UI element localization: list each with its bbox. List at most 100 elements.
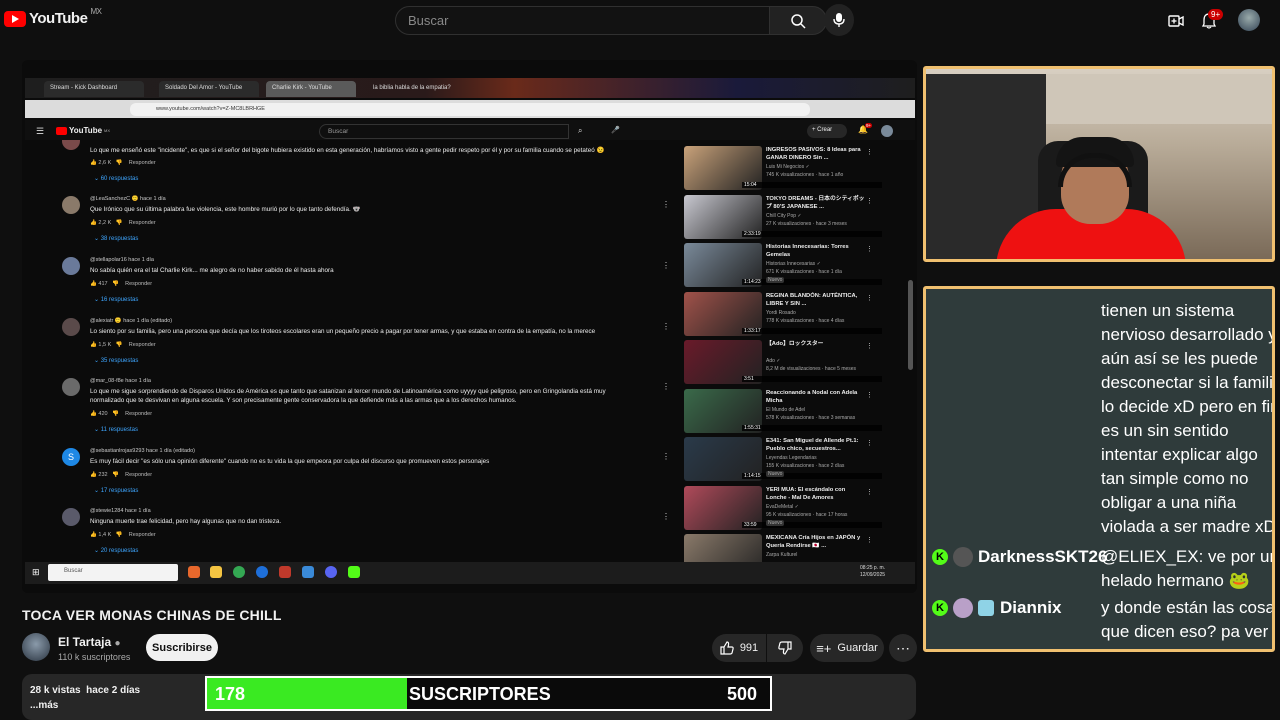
comment-author[interactable]: @stewie1284 hace 1 día [90, 508, 151, 514]
video-player[interactable]: Stream - Kick Dashboard Soldado Del Amor… [22, 60, 917, 593]
chat-username[interactable]: Diannix [1000, 598, 1061, 618]
channel-avatar[interactable] [22, 633, 50, 661]
voice-search-button[interactable] [824, 4, 854, 36]
inner-search-input[interactable]: Buscar [319, 124, 569, 139]
comment-replies-toggle[interactable]: ⌄ 38 respuestas [94, 235, 138, 242]
recommended-video[interactable]: 1:55:31 Reaccionando a Nodal con Adela Mi… [684, 388, 884, 433]
inner-youtube-logo[interactable]: YouTube MX [56, 126, 110, 135]
comment-replies-toggle[interactable]: ⌄ 35 respuestas [94, 357, 138, 364]
video-menu-icon[interactable]: ⋮ [866, 439, 873, 447]
video-title[interactable]: YERI MUA: El escándalo con Lonche - Mal … [766, 486, 866, 502]
comment-actions[interactable]: 👍 232 👎 Responder [90, 472, 152, 478]
comment-replies-toggle[interactable]: ⌄ 17 respuestas [94, 487, 138, 494]
taskbar-discord-icon[interactable] [325, 566, 337, 578]
comment-actions[interactable]: 👍 1,4 K 👎 Responder [90, 532, 156, 538]
video-title[interactable]: 【Ado】ロックスター [766, 340, 866, 348]
comment-replies-toggle[interactable]: ⌄ 11 respuestas [94, 426, 138, 433]
comment-menu-icon[interactable]: ⋮ [662, 261, 670, 270]
taskbar-search[interactable]: Buscar [48, 564, 178, 581]
windows-start-icon[interactable]: ⊞ [32, 567, 40, 578]
recommended-video[interactable]: 1:14:15 E341: San Miguel de Allende Pt.1:… [684, 437, 884, 481]
scrollbar[interactable] [908, 280, 913, 370]
video-menu-icon[interactable]: ⋮ [866, 488, 873, 496]
reply-button[interactable]: Responder [129, 532, 156, 538]
taskbar-edge-icon[interactable] [256, 566, 268, 578]
video-channel[interactable]: Historias Innecesarias ✓ [766, 261, 821, 267]
comment-author[interactable]: @alexiatr 🙂 hace 1 día (editado) [90, 318, 172, 324]
comment-actions[interactable]: 👍 417 👎 Responder [90, 281, 152, 287]
video-title[interactable]: REGINA BLANDÓN: AUTÉNTICA, LIBRE Y SIN .… [766, 292, 866, 308]
taskbar-app-icon[interactable] [348, 566, 360, 578]
show-more-link[interactable]: ...más [30, 700, 58, 711]
address-bar[interactable]: www.youtube.com/watch?v=Z-MC8LBRHGE [130, 103, 810, 116]
video-channel[interactable]: Yordi Rosado [766, 310, 796, 316]
comment-avatar[interactable] [62, 378, 80, 396]
reply-button[interactable]: Responder [125, 472, 152, 478]
comment-avatar[interactable]: S [62, 448, 80, 466]
taskbar-app-icon[interactable] [302, 566, 314, 578]
comment-author[interactable]: @mar_08-f8e hace 1 día [90, 378, 151, 384]
comment-menu-icon[interactable]: ⋮ [662, 452, 670, 461]
recommended-video[interactable]: 33:59 YERI MUA: El escándalo con Lonche -… [684, 485, 884, 530]
comment-menu-icon[interactable]: ⋮ [662, 382, 670, 391]
search-input[interactable]: Buscar [395, 6, 770, 35]
comment-author[interactable]: @LeaSanchezC 🙂 hace 1 día [90, 196, 166, 202]
create-video-icon[interactable] [1166, 11, 1186, 31]
reply-button[interactable]: Responder [125, 281, 152, 287]
comment-actions[interactable]: 👍 2,6 K 👎 Responder [90, 160, 156, 166]
comment-replies-toggle[interactable]: ⌄ 16 respuestas [94, 296, 138, 303]
video-channel[interactable]: Ado ✓ [766, 358, 780, 364]
video-channel[interactable]: Luis Mi Negocios ✓ [766, 164, 810, 170]
taskbar-obs-icon[interactable] [279, 566, 291, 578]
video-channel[interactable]: EvaDeMetal ✓ [766, 504, 799, 510]
inner-search-icon[interactable]: ⌕ [578, 126, 582, 136]
browser-tab-kick[interactable]: Stream - Kick Dashboard [44, 81, 144, 97]
taskbar-clock[interactable]: 08:25 p. m. 12/09/2025 [860, 565, 885, 579]
comment-avatar[interactable] [62, 508, 80, 526]
video-title[interactable]: E341: San Miguel de Allende Pt.1: Pueblo… [766, 437, 866, 453]
reply-button[interactable]: Responder [129, 160, 156, 166]
subscribe-button[interactable]: Suscribirse [146, 634, 218, 661]
video-menu-icon[interactable]: ⋮ [866, 391, 873, 399]
comment-avatar[interactable] [62, 318, 80, 336]
more-actions-icon[interactable]: ⋯ [889, 634, 917, 662]
video-menu-icon[interactable]: ⋮ [866, 294, 873, 302]
comment-author[interactable]: @sebastianlrojas9293 hace 1 día (editado… [90, 448, 195, 454]
video-menu-icon[interactable]: ⋮ [866, 536, 873, 544]
comment-replies-toggle[interactable]: ⌄ 20 respuestas [94, 547, 138, 554]
video-channel[interactable]: Chill City Pop ✓ [766, 213, 802, 219]
comment-actions[interactable]: 👍 420 👎 Responder [90, 411, 152, 417]
reply-button[interactable]: Responder [125, 411, 152, 417]
recommended-video[interactable]: 3:51 【Ado】ロックスター Ado ✓ 8,2 M de visualizaci… [684, 340, 884, 384]
reply-button[interactable]: Responder [129, 342, 156, 348]
recommended-video[interactable]: 1:14:23 Historias Innecesarias: Torres Ge… [684, 243, 884, 287]
video-menu-icon[interactable]: ⋮ [866, 197, 873, 205]
video-channel[interactable]: Zarpa Kulturel [766, 552, 797, 558]
comment-actions[interactable]: 👍 2,2 K 👎 Responder [90, 220, 156, 226]
save-button[interactable]: ≡+ Guardar [810, 634, 884, 662]
comment-avatar[interactable] [62, 257, 80, 275]
inner-account-avatar[interactable] [881, 125, 893, 137]
comment-menu-icon[interactable]: ⋮ [662, 200, 670, 209]
recommended-video[interactable]: 2:33:19 TOKYO DREAMS - 日本のシティポップ 80'S JAP… [684, 194, 884, 239]
comment-avatar[interactable] [62, 140, 80, 150]
video-title[interactable]: MEXICANA Cría Hijos en JAPÓN y Quería Re… [766, 534, 866, 550]
search-button[interactable] [769, 6, 827, 35]
inner-microphone-icon[interactable]: 🎤 [611, 126, 620, 134]
comment-menu-icon[interactable]: ⋮ [662, 322, 670, 331]
chat-username[interactable]: DarknessSKT26 [978, 547, 1107, 567]
comment-actions[interactable]: 👍 1,5 K 👎 Responder [90, 342, 156, 348]
recommended-video[interactable]: 1:33:17 REGINA BLANDÓN: AUTÉNTICA, LIBRE … [684, 291, 884, 336]
inner-create-button[interactable]: + Crear [807, 124, 847, 138]
video-title[interactable]: Reaccionando a Nodal con Adela Micha [766, 389, 866, 405]
video-title[interactable]: TOKYO DREAMS - 日本のシティポップ 80'S JAPANESE .… [766, 195, 866, 211]
comment-author[interactable]: @stellapolar16 hace 1 día [90, 257, 154, 263]
account-avatar[interactable] [1238, 9, 1260, 31]
browser-tab-biblia[interactable]: la biblia habla de la empatia? [367, 81, 457, 97]
hamburger-menu-icon[interactable]: ☰ [36, 126, 44, 137]
reply-button[interactable]: Responder [129, 220, 156, 226]
comment-replies-toggle[interactable]: ⌄ 60 respuestas [94, 175, 138, 182]
taskbar-chrome-icon[interactable] [233, 566, 245, 578]
like-button[interactable]: 991 [712, 634, 766, 662]
video-menu-icon[interactable]: ⋮ [866, 245, 873, 253]
